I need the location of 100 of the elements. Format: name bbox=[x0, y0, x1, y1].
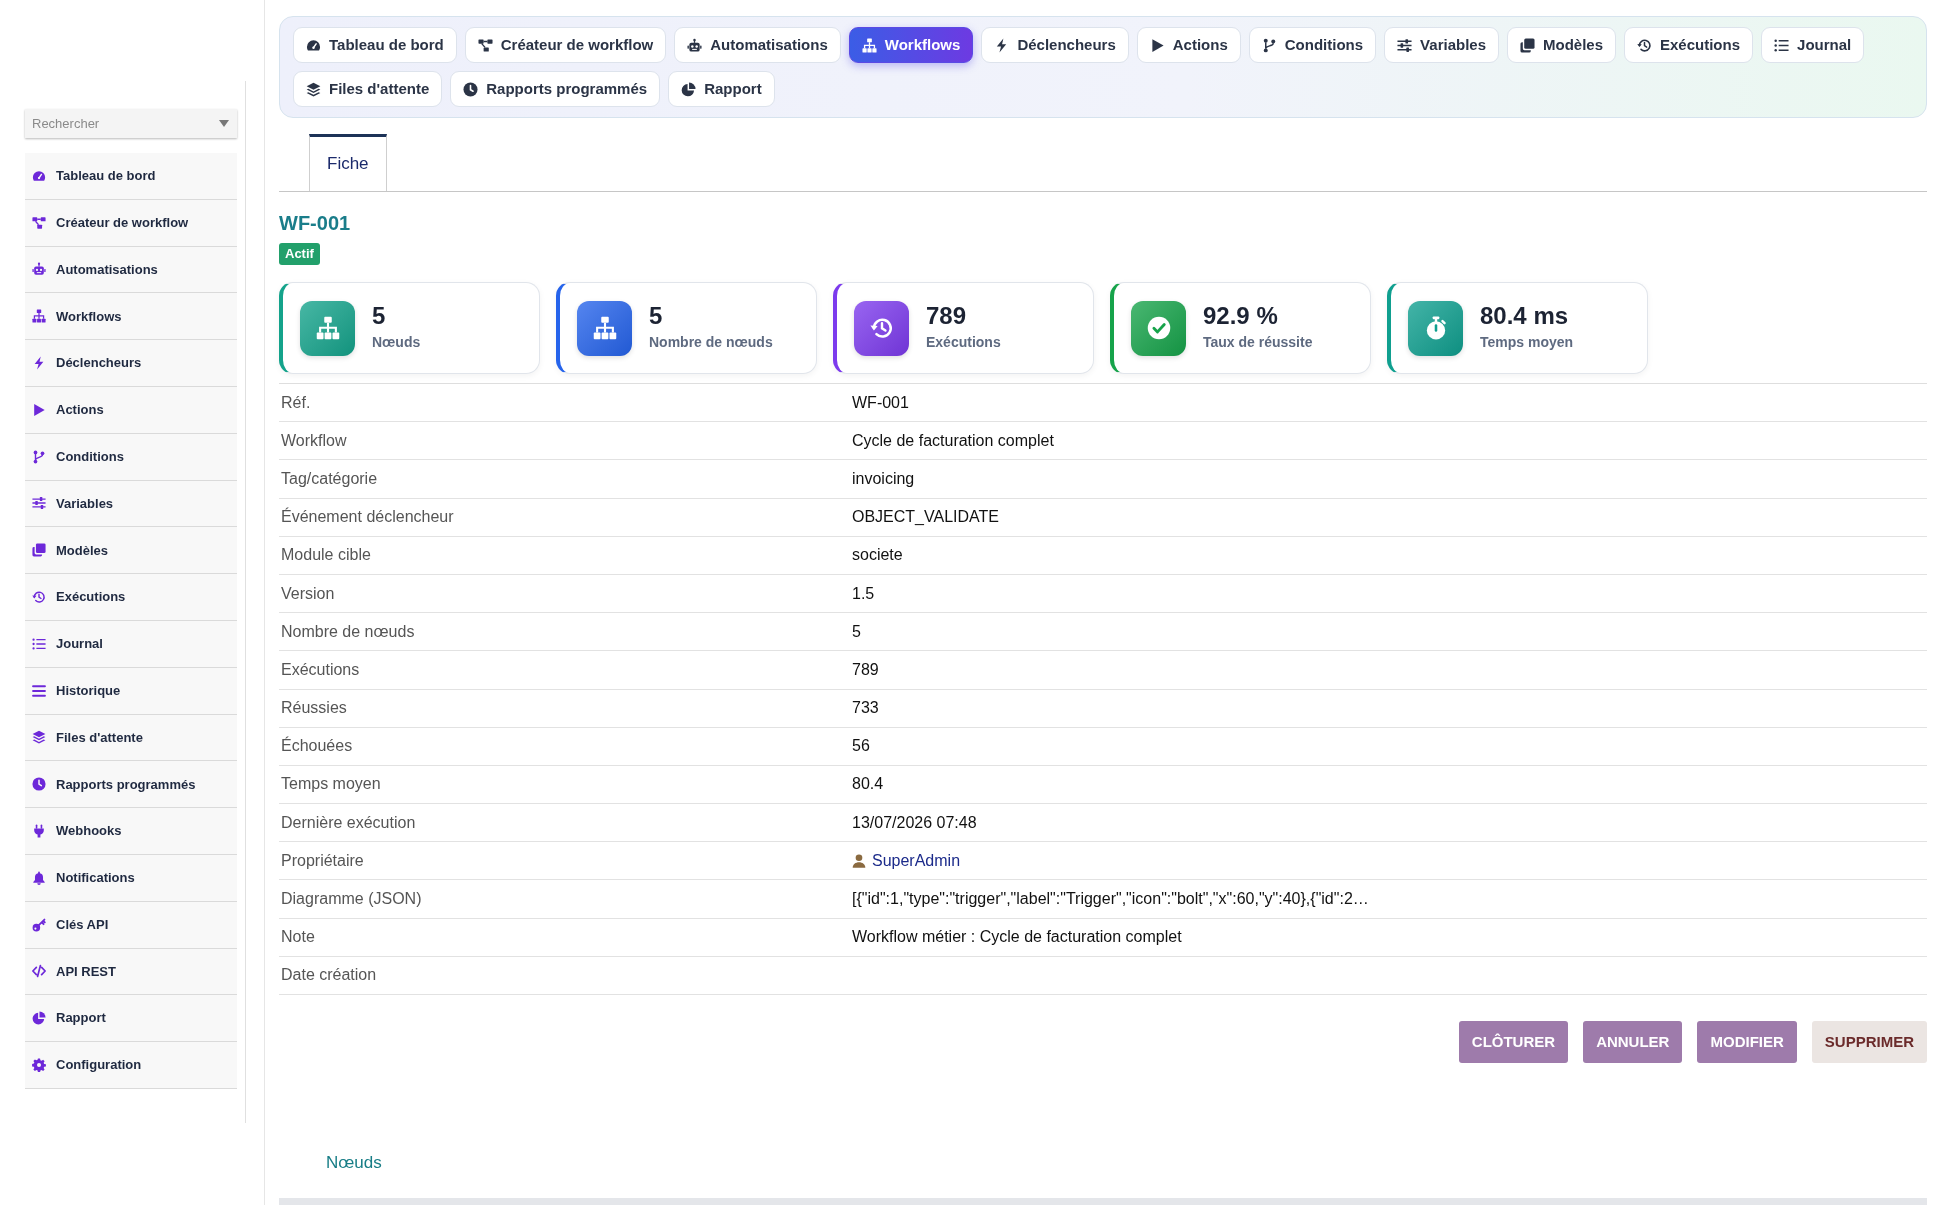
field-value: 5 bbox=[852, 621, 861, 642]
sidebar-item[interactable]: Automatisations bbox=[25, 246, 237, 294]
stacked-squares-icon bbox=[32, 543, 46, 558]
key-icon bbox=[32, 917, 46, 932]
field-label: Date création bbox=[280, 965, 378, 986]
field-value: OBJECT_VALIDATE bbox=[852, 507, 999, 528]
nav-tab[interactable]: Conditions bbox=[1248, 27, 1377, 63]
action-button[interactable]: MODIFIER bbox=[1697, 1021, 1797, 1063]
nav-tab[interactable]: Automatisations bbox=[674, 27, 841, 63]
nav-tab[interactable]: Exécutions bbox=[1624, 27, 1754, 63]
nav-tab[interactable]: Rapport bbox=[668, 71, 775, 107]
stat-value: 92.9 % bbox=[1203, 302, 1279, 330]
field-value: 733 bbox=[852, 698, 879, 719]
action-button[interactable]: CLÔTURER bbox=[1458, 1021, 1569, 1063]
field-label: Événement déclencheur bbox=[280, 506, 455, 528]
nav-tab[interactable]: Déclencheurs bbox=[981, 27, 1129, 63]
stat-label: Nombre de nœuds bbox=[649, 333, 773, 353]
record-tab[interactable]: Fiche bbox=[309, 134, 387, 191]
section-heading: Nœuds bbox=[326, 1153, 383, 1173]
field-value: 789 bbox=[852, 659, 879, 680]
nav-tab[interactable]: Variables bbox=[1384, 27, 1499, 63]
sidebar-item[interactable]: Rapport bbox=[25, 995, 237, 1043]
search-field[interactable]: Rechercher bbox=[25, 109, 237, 138]
clock-icon bbox=[32, 777, 46, 792]
layers-icon bbox=[32, 730, 46, 745]
field-label: Workflow bbox=[280, 430, 348, 451]
stopwatch-icon bbox=[1408, 300, 1463, 356]
nav-tab[interactable]: Rapports programmés bbox=[450, 71, 661, 107]
nav-tab[interactable]: Tableau de bord bbox=[293, 27, 457, 63]
sidebar-item[interactable]: Webhooks bbox=[25, 808, 237, 855]
sidebar-item[interactable]: API REST bbox=[25, 948, 237, 996]
code-icon bbox=[32, 964, 46, 979]
history-icon bbox=[32, 590, 46, 605]
field-label: Tag/catégorie bbox=[280, 468, 379, 489]
field-value: Workflow métier : Cycle de facturation complet bbox=[852, 927, 1182, 948]
record-title: WF-001 bbox=[279, 211, 352, 235]
nav-tab[interactable]: Files d'attente bbox=[293, 71, 443, 107]
list-icon bbox=[1774, 37, 1790, 53]
stat-value: 80.4 ms bbox=[1480, 302, 1570, 330]
sidebar-item[interactable]: Historique bbox=[25, 667, 237, 715]
sidebar-item[interactable]: Conditions bbox=[25, 433, 237, 481]
bell-icon bbox=[32, 870, 46, 885]
sidebar-item[interactable]: Notifications bbox=[25, 854, 237, 902]
field-value: invoicing bbox=[852, 468, 915, 489]
field-label: Propriétaire bbox=[280, 850, 365, 871]
nav-tab[interactable]: Créateur de workflow bbox=[464, 27, 667, 63]
field-value: [{"id":1,"type":"trigger","label":"Trigger","icon":"bolt","x":60,"y":40},{"id":2… bbox=[852, 889, 1369, 910]
stat-value: 789 bbox=[926, 302, 968, 330]
list-icon bbox=[32, 636, 46, 651]
nav-tab[interactable]: Journal bbox=[1761, 27, 1865, 63]
status-badge: Actif bbox=[279, 243, 320, 265]
sliders-icon bbox=[1397, 37, 1413, 53]
field-value: 13/07/2026 07:48 bbox=[852, 812, 977, 833]
settings-icon bbox=[32, 1058, 46, 1073]
diagram-icon bbox=[32, 215, 46, 230]
robot-icon bbox=[32, 262, 46, 277]
field-value: Cycle de facturation complet bbox=[852, 430, 1054, 451]
field-label: Dernière exécution bbox=[280, 812, 417, 833]
field-value: 56 bbox=[852, 736, 870, 757]
sidebar-item[interactable]: Déclencheurs bbox=[25, 340, 237, 387]
field-label: Version bbox=[280, 583, 336, 604]
sidebar-item[interactable]: Tableau de bord bbox=[25, 153, 237, 200]
sidebar-item[interactable]: Clés API bbox=[25, 901, 237, 949]
field-value: 1.5 bbox=[852, 583, 875, 604]
sidebar-item[interactable]: Modèles bbox=[25, 527, 237, 575]
nav-tab[interactable]: Modèles bbox=[1507, 27, 1616, 63]
delete-button[interactable]: SUPPRIMER bbox=[1811, 1021, 1927, 1063]
stacked-squares-icon bbox=[1520, 37, 1535, 53]
stat-label: Taux de réussite bbox=[1203, 333, 1313, 353]
clock-icon bbox=[463, 81, 479, 97]
sitemap-icon bbox=[861, 37, 877, 53]
sidebar-item[interactable]: Configuration bbox=[25, 1042, 237, 1089]
layers-icon bbox=[306, 81, 321, 97]
sidebar-item[interactable]: Créateur de workflow bbox=[25, 199, 237, 247]
user-link[interactable]: SuperAdmin bbox=[872, 848, 961, 873]
history-icon bbox=[1637, 37, 1652, 53]
field-label: Module cible bbox=[280, 545, 372, 566]
sidebar-item[interactable]: Rapports programmés bbox=[25, 761, 237, 809]
plug-icon bbox=[32, 824, 46, 839]
sidebar-item[interactable]: Files d'attente bbox=[25, 714, 237, 762]
field-value: WF-001 bbox=[852, 392, 909, 413]
stat-label: Temps moyen bbox=[1480, 333, 1574, 353]
sidebar-item[interactable]: Workflows bbox=[25, 293, 237, 341]
action-button[interactable]: ANNULER bbox=[1583, 1021, 1683, 1063]
sidebar-item[interactable]: Variables bbox=[25, 480, 237, 528]
gauge-icon bbox=[306, 37, 321, 53]
field-label: Temps moyen bbox=[280, 774, 382, 795]
sidebar-item[interactable]: Journal bbox=[25, 620, 237, 668]
stat-value: 5 bbox=[372, 302, 387, 330]
field-value: societe bbox=[852, 545, 903, 566]
caret-icon[interactable] bbox=[219, 120, 229, 127]
nav-tab[interactable]: Actions bbox=[1136, 27, 1241, 63]
branch-icon bbox=[32, 449, 46, 464]
lines-icon bbox=[32, 683, 46, 698]
nav-tab[interactable]: Workflows bbox=[848, 27, 974, 63]
sidebar-item[interactable]: Actions bbox=[25, 387, 237, 434]
sidebar-item[interactable]: Exécutions bbox=[25, 574, 237, 621]
history-icon bbox=[854, 300, 909, 356]
pie-chart-icon bbox=[681, 81, 697, 97]
field-label: Réussies bbox=[280, 698, 348, 719]
